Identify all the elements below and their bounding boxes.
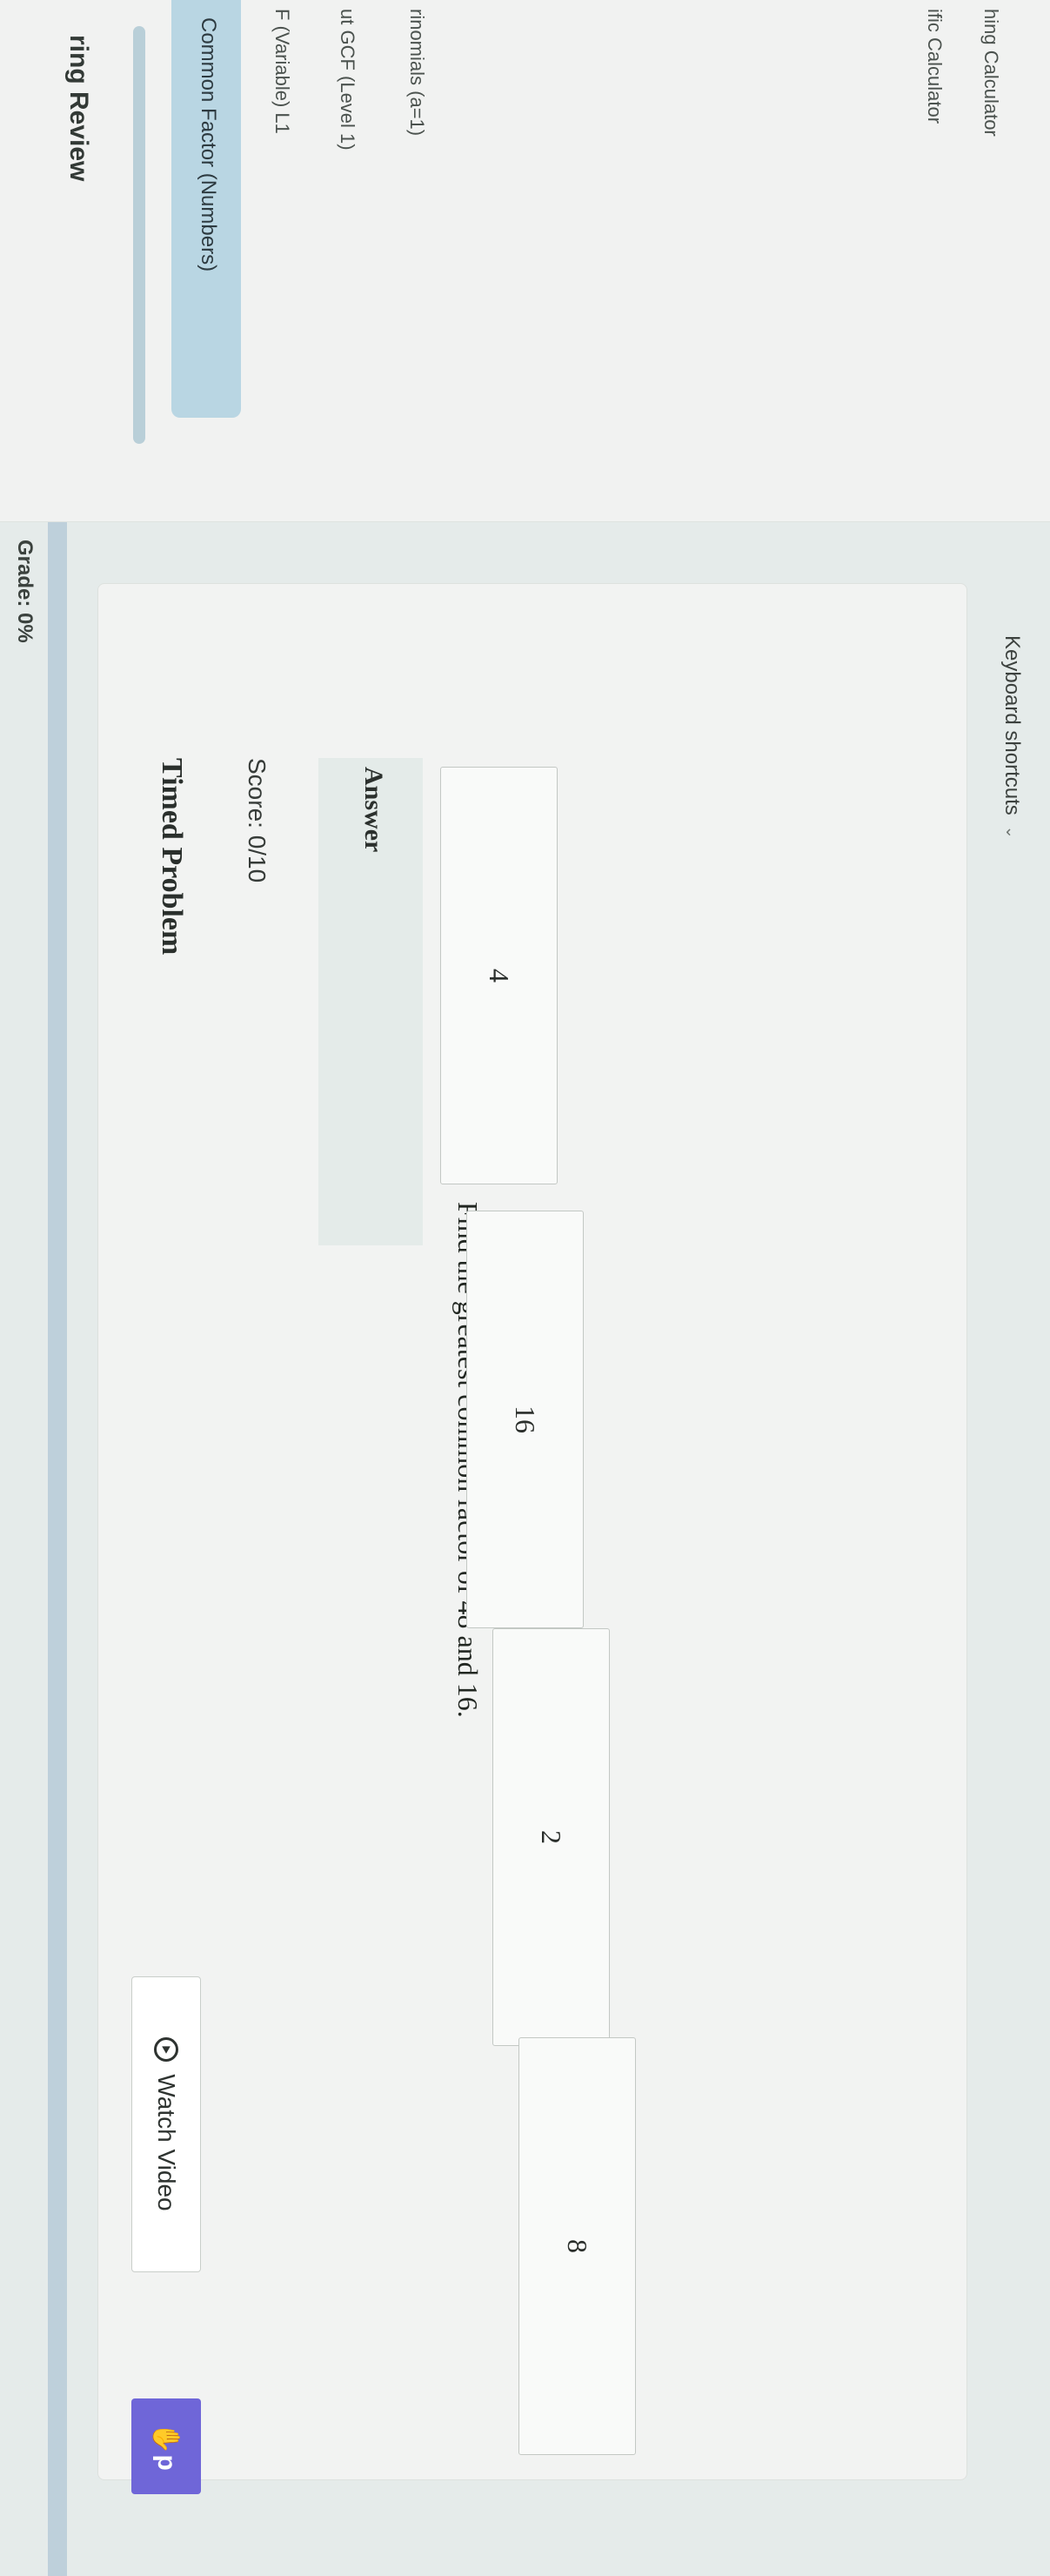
keyboard-shortcuts-label: Keyboard shortcuts (1000, 635, 1024, 815)
sidebar-title: ring Review (64, 35, 93, 182)
watch-video-button[interactable]: Watch Video (131, 1976, 201, 2272)
answer-option-16[interactable]: 16 (466, 1211, 584, 1628)
watch-video-label: Watch Video (153, 2074, 180, 2211)
help-button[interactable]: ✋ p (131, 2398, 201, 2494)
keyboard-shortcuts-toggle[interactable]: Keyboard shortcuts ⌄ (1000, 635, 1024, 839)
play-icon (154, 2037, 178, 2063)
grade-label: Grade: 0% (13, 540, 37, 643)
sidebar: ring Review Common Factor (Numbers) F (V… (0, 0, 1050, 522)
sidebar-item-common-factor-numbers[interactable]: Common Factor (Numbers) (171, 0, 241, 418)
answer-option-2[interactable]: 2 (492, 1628, 610, 2046)
grade-progress-bar (48, 522, 67, 2576)
sidebar-progress-bar (133, 26, 145, 444)
sidebar-item-graphing-calculator[interactable]: hing Calculator (980, 9, 1002, 137)
main-area: Grade: 0% Timed Problem Score: 0/10 Watc… (0, 522, 1050, 2576)
sidebar-item-factor-out-gcf[interactable]: ut GCF (Level 1) (336, 9, 358, 151)
problem-card: Timed Problem Score: 0/10 Watch Video ✋ p… (97, 583, 967, 2494)
sidebar-item-gcf-variable[interactable]: F (Variable) L1 (271, 9, 293, 134)
answer-label: Answer (359, 767, 388, 853)
help-button-label: p (152, 2454, 181, 2471)
app-screen: ring Review Common Factor (Numbers) F (V… (0, 0, 1050, 2576)
problem-title: Timed Problem (156, 758, 188, 956)
answer-option-8[interactable]: 8 (518, 2037, 636, 2455)
sidebar-item-scientific-calculator[interactable]: ific Calculator (923, 9, 946, 124)
sidebar-item-trinomials[interactable]: rinomials (a=1) (405, 9, 428, 136)
hand-icon: ✋ (151, 2422, 181, 2455)
score-label: Score: 0/10 (244, 758, 271, 883)
chevron-down-icon: ⌄ (1003, 825, 1021, 839)
answer-option-4[interactable]: 4 (440, 767, 558, 1184)
